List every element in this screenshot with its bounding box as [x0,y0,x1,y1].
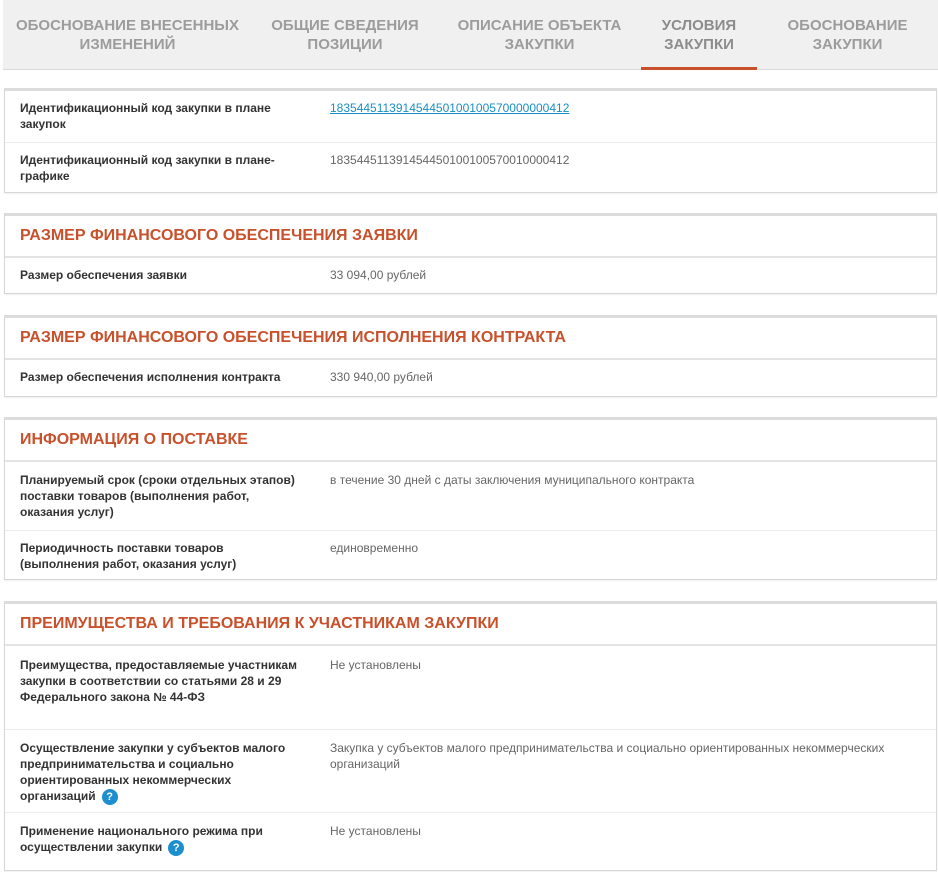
schedule-id-label: Идентификационный код закупки в плане-гр… [20,153,275,183]
tab-object-description[interactable]: ОПИСАНИЕ ОБЪЕКТА ЗАКУПКИ [438,0,641,70]
tab-general-info[interactable]: ОБЩИЕ СВЕДЕНИЯ ПОЗИЦИИ [252,0,438,70]
delivery-period-label: Периодичность поставки товаров (выполнен… [20,541,237,571]
delivery-term-value: в течение 30 дней с даты заключения муни… [330,473,695,487]
benefits-advantages-label: Преимущества, предоставляемые участникам… [20,658,297,704]
schedule-id-row: Идентификационный код закупки в плане-гр… [5,142,936,192]
plan-id-row: Идентификационный код закупки в плане за… [5,91,936,142]
benefits-smp-value: Закупка у субъектов малого предпринимате… [330,741,885,771]
delivery-period-value: единовременно [330,541,418,555]
bid-security-row: Размер обеспечения заявки 33 094,00 рубл… [5,258,936,293]
schedule-id-value: 183544511391454450100100570010000412 [330,153,570,167]
delivery-block: ИНФОРМАЦИЯ О ПОСТАВКЕ Планируемый срок (… [4,417,937,580]
bid-security-block: РАЗМЕР ФИНАНСОВОГО ОБЕСПЕЧЕНИЯ ЗАЯВКИ Ра… [4,213,937,294]
question-circle-icon[interactable]: ? [101,788,118,805]
bid-security-label: Размер обеспечения заявки [20,268,187,282]
plan-id-label: Идентификационный код закупки в плане за… [20,101,271,131]
contract-security-block: РАЗМЕР ФИНАНСОВОГО ОБЕСПЕЧЕНИЯ ИСПОЛНЕНИ… [4,315,937,397]
delivery-period-row: Периодичность поставки товаров (выполнен… [5,530,936,578]
contract-security-label: Размер обеспечения исполнения контракта [20,370,281,384]
benefits-national-label-text: Применение национального режима при осущ… [20,824,263,854]
question-circle-icon[interactable]: ? [168,839,185,856]
bid-security-title: РАЗМЕР ФИНАНСОВОГО ОБЕСПЕЧЕНИЯ ЗАЯВКИ [5,216,936,258]
tab-change-justification[interactable]: ОБОСНОВАНИЕ ВНЕСЕННЫХ ИЗМЕНЕНИЙ [3,0,252,70]
plan-id-link[interactable]: 183544511391454450100100570000000412 [330,101,569,115]
benefits-smp-row: Осуществление закупки у субъектов малого… [5,729,936,812]
benefits-smp-label: Осуществление закупки у субъектов малого… [20,740,305,805]
ids-block: Идентификационный код закупки в плане за… [4,88,937,193]
contract-security-title: РАЗМЕР ФИНАНСОВОГО ОБЕСПЕЧЕНИЯ ИСПОЛНЕНИ… [5,318,936,360]
benefits-national-value: Не установлены [330,824,421,838]
benefits-smp-label-text: Осуществление закупки у субъектов малого… [20,741,286,803]
tab-bar: ОБОСНОВАНИЕ ВНЕСЕННЫХ ИЗМЕНЕНИЙ ОБЩИЕ СВ… [3,0,938,70]
benefits-national-row: Применение национального режима при осущ… [5,812,936,872]
benefits-block: ПРЕИМУЩЕСТВА И ТРЕБОВАНИЯ К УЧАСТНИКАМ З… [4,601,937,871]
plan-id-value: 183544511391454450100100570000000412 [330,100,920,116]
tab-purchase-justification[interactable]: ОБОСНОВАНИЕ ЗАКУПКИ [757,0,938,70]
benefits-advantages-value: Не установлены [330,658,421,672]
benefits-title: ПРЕИМУЩЕСТВА И ТРЕБОВАНИЯ К УЧАСТНИКАМ З… [5,604,936,646]
delivery-title: ИНФОРМАЦИЯ О ПОСТАВКЕ [5,420,936,462]
delivery-term-label: Планируемый срок (сроки отдельных этапов… [20,473,295,519]
tab-purchase-terms[interactable]: УСЛОВИЯ ЗАКУПКИ [641,0,757,70]
contract-security-row: Размер обеспечения исполнения контракта … [5,360,936,396]
benefits-national-label: Применение национального режима при осущ… [20,823,305,856]
contract-security-value: 330 940,00 рублей [330,370,433,384]
bid-security-value: 33 094,00 рублей [330,268,427,282]
delivery-term-row: Планируемый срок (сроки отдельных этапов… [5,462,936,530]
benefits-advantages-row: Преимущества, предоставляемые участникам… [5,646,936,729]
